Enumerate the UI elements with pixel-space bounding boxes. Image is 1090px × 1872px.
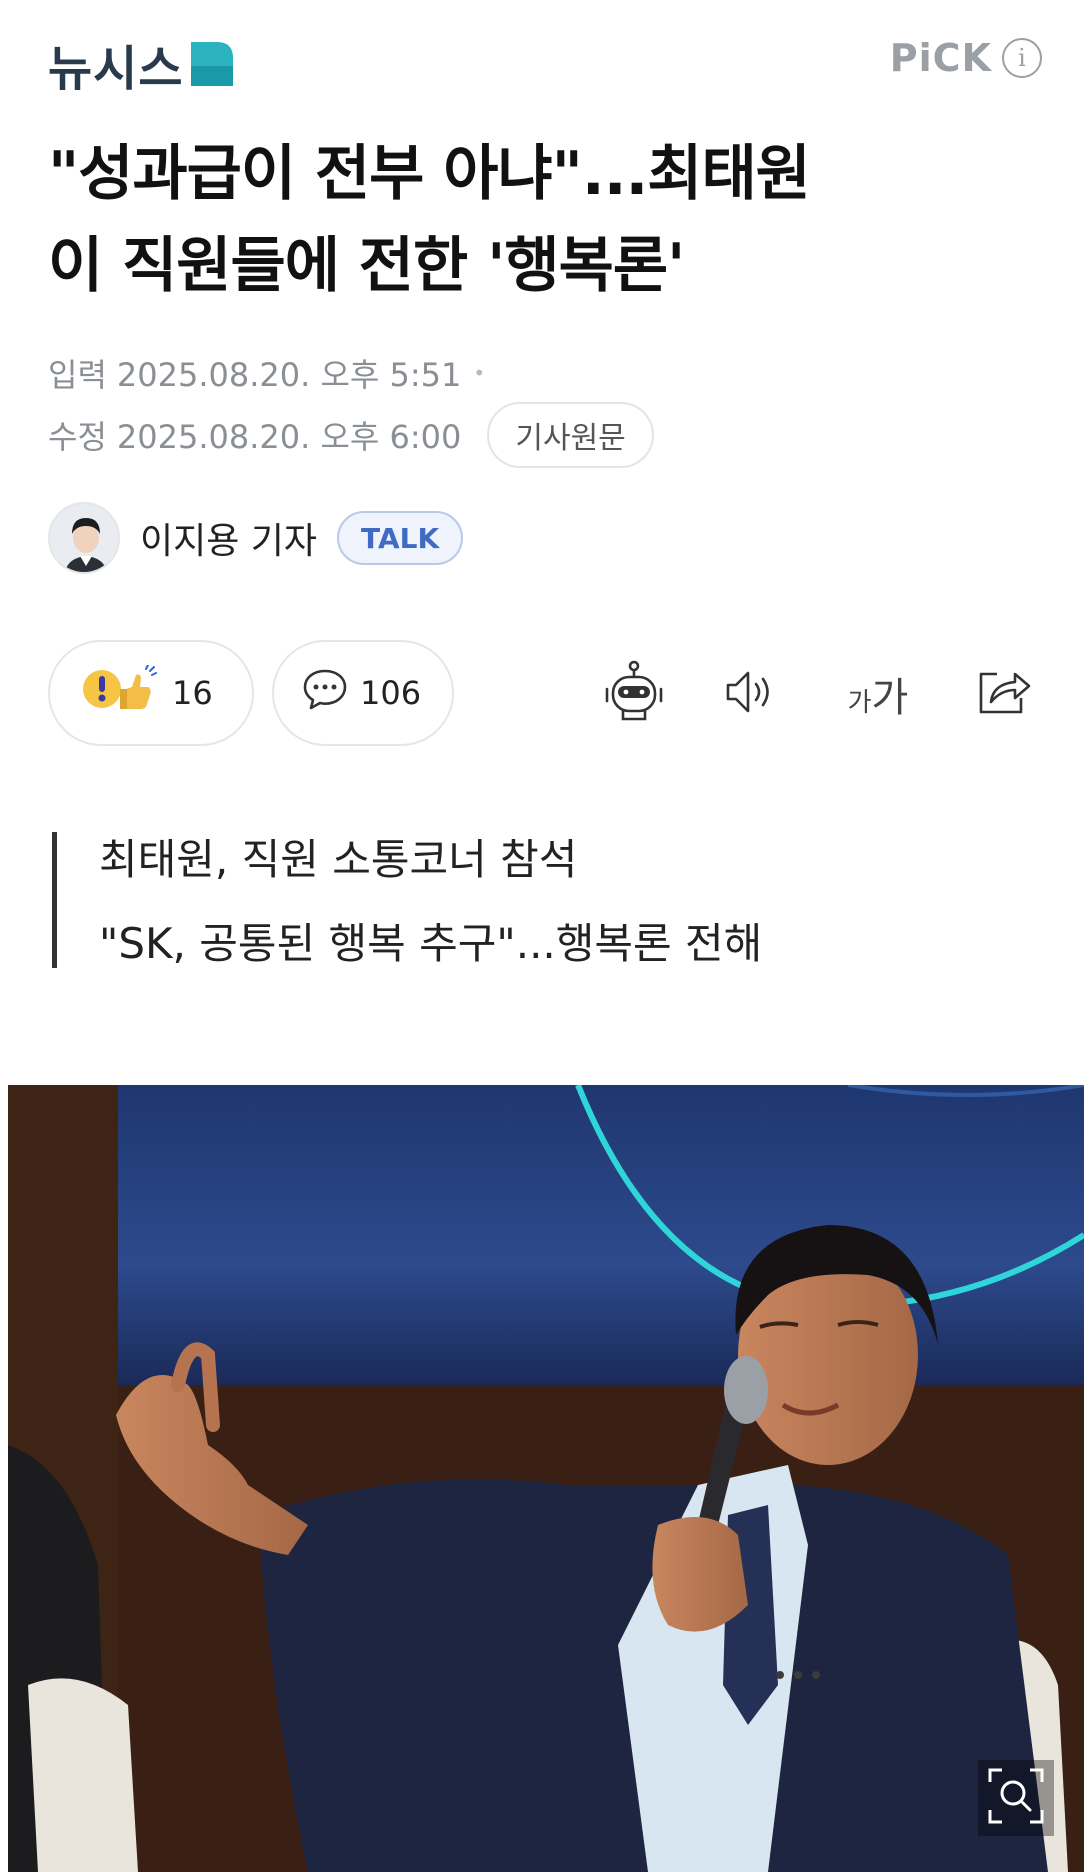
comment-button[interactable]: 106 bbox=[272, 640, 454, 746]
photo-illustration bbox=[8, 1085, 1084, 1872]
font-small-label: 가 bbox=[847, 688, 872, 718]
share-icon bbox=[975, 666, 1033, 722]
published-row: 입력 2025.08.20. 오후 5:51 • bbox=[48, 342, 654, 404]
reaction-emoji-icon bbox=[80, 664, 160, 721]
top-bar: 뉴시스 PiCK i bbox=[48, 28, 1042, 98]
newsis-logo[interactable]: 뉴시스 bbox=[48, 34, 234, 97]
comment-count: 106 bbox=[360, 674, 422, 712]
article-title-line: "성과급이 전부 아냐"...최태원 bbox=[48, 139, 811, 209]
article-action-bar: 16 106 가가 bbox=[48, 640, 1042, 748]
pick-badge[interactable]: PiCK i bbox=[890, 36, 1042, 80]
reporter-avatar[interactable] bbox=[48, 502, 120, 574]
reporter-info: 이지용 기자 TALK bbox=[48, 500, 464, 576]
separator-dot: • bbox=[473, 361, 486, 385]
robot-icon bbox=[601, 659, 667, 729]
article-dates: 입력 2025.08.20. 오후 5:51 • 수정 2025.08.20. … bbox=[48, 342, 654, 468]
reporter-name[interactable]: 이지용 기자 bbox=[140, 512, 317, 564]
modified-label: 수정 bbox=[48, 418, 107, 456]
summary-line: 최태원, 직원 소통코너 참석 bbox=[99, 835, 578, 884]
summary-bot-button[interactable] bbox=[598, 658, 670, 730]
published-date: 2025.08.20. 오후 5:51 bbox=[116, 356, 462, 394]
font-size-button[interactable]: 가가 bbox=[838, 658, 918, 730]
text-to-speech-button[interactable] bbox=[716, 658, 788, 730]
modified-date: 2025.08.20. 오후 6:00 bbox=[116, 418, 462, 456]
logo-mark-icon bbox=[191, 42, 234, 86]
share-button[interactable] bbox=[968, 658, 1040, 730]
zoom-icon bbox=[986, 1766, 1046, 1830]
talk-button[interactable]: TALK bbox=[337, 511, 464, 565]
reaction-count: 16 bbox=[172, 674, 213, 712]
article-title: "성과급이 전부 아냐"...최태원 이 직원들에 전한 '행복론' bbox=[48, 128, 1048, 312]
published-label: 입력 bbox=[48, 356, 107, 394]
speaker-icon bbox=[722, 667, 782, 721]
original-article-button[interactable]: 기사원문 bbox=[487, 402, 654, 468]
speech-bubble-icon bbox=[302, 667, 348, 719]
article-page: { "header": { "logo_text": "뉴시스", "pick_… bbox=[0, 0, 1090, 1872]
font-size-icon: 가가 bbox=[848, 665, 909, 723]
article-title-line: 이 직원들에 전한 '행복론' bbox=[48, 231, 685, 301]
info-icon[interactable]: i bbox=[1002, 38, 1042, 78]
summary-line: "SK, 공통된 행복 추구"...행복론 전해 bbox=[99, 919, 763, 968]
pick-label: PiCK bbox=[889, 36, 992, 80]
article-photo[interactable] bbox=[8, 1085, 1084, 1872]
logo-text: 뉴시스 bbox=[48, 41, 184, 97]
modified-row: 수정 2025.08.20. 오후 6:00 기사원문 bbox=[48, 402, 654, 468]
article-summary: 최태원, 직원 소통코너 참석 "SK, 공통된 행복 추구"...행복론 전해 bbox=[52, 832, 762, 968]
reaction-button[interactable]: 16 bbox=[48, 640, 254, 746]
photo-zoom-button[interactable] bbox=[978, 1760, 1054, 1836]
font-big-label: 가 bbox=[871, 675, 909, 721]
